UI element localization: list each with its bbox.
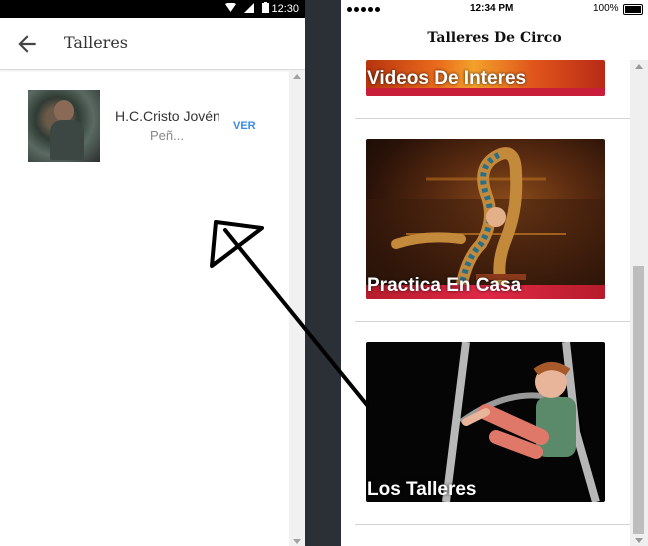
list-item-subtitle: Peñ... xyxy=(150,128,184,143)
card-videos[interactable]: Videos De Interes xyxy=(366,60,605,96)
ios-nav-bar: Talleres De Circo xyxy=(341,18,648,60)
scrollbar-thumb[interactable] xyxy=(633,266,644,534)
page-title: Talleres xyxy=(64,33,128,52)
android-status-time: 12:30 xyxy=(271,3,299,15)
ios-status-bar: 12:34 PM 100% xyxy=(341,0,648,18)
ios-scrollbar[interactable] xyxy=(630,60,648,546)
wifi-icon xyxy=(225,3,236,12)
card-label: Videos De Interes xyxy=(367,68,527,89)
back-arrow-icon[interactable] xyxy=(14,31,40,57)
ios-screen: 12:34 PM 100% Talleres De Circo Videos D… xyxy=(341,0,648,546)
android-app-bar: Talleres xyxy=(0,18,305,70)
scroll-up-icon[interactable] xyxy=(293,74,301,79)
card-label: Practica En Casa xyxy=(367,275,522,296)
scroll-up-icon[interactable] xyxy=(635,64,643,69)
android-status-bar: 12:30 xyxy=(0,0,305,18)
scroll-down-icon[interactable] xyxy=(635,538,643,543)
divider xyxy=(355,524,630,525)
card-practica[interactable]: Practica En Casa xyxy=(366,139,605,299)
divider xyxy=(355,118,630,119)
aerial-silk-image xyxy=(442,342,600,502)
card-label: Los Talleres xyxy=(367,479,477,500)
scroll-down-icon[interactable] xyxy=(293,539,301,544)
signal-icon xyxy=(244,2,254,13)
battery-percent: 100% xyxy=(593,3,619,14)
avatar xyxy=(28,90,100,162)
list-item-name: H.C.Cristo Jovén xyxy=(115,108,219,124)
nav-title: Talleres De Circo xyxy=(427,30,562,46)
card-talleres[interactable]: Los Talleres xyxy=(366,342,605,502)
ios-status-time: 12:34 PM xyxy=(470,3,514,14)
android-screen: 12:30 Talleres H.C.Cristo Jovén Peñ... V… xyxy=(0,0,305,546)
ver-button[interactable]: VER xyxy=(233,120,256,132)
android-scrollbar[interactable] xyxy=(289,70,305,546)
battery-icon xyxy=(262,2,269,13)
battery-icon xyxy=(623,4,643,15)
divider xyxy=(355,321,630,322)
signal-dots-icon xyxy=(347,7,380,12)
list-item[interactable]: H.C.Cristo Jovén Peñ... VER xyxy=(28,90,278,164)
